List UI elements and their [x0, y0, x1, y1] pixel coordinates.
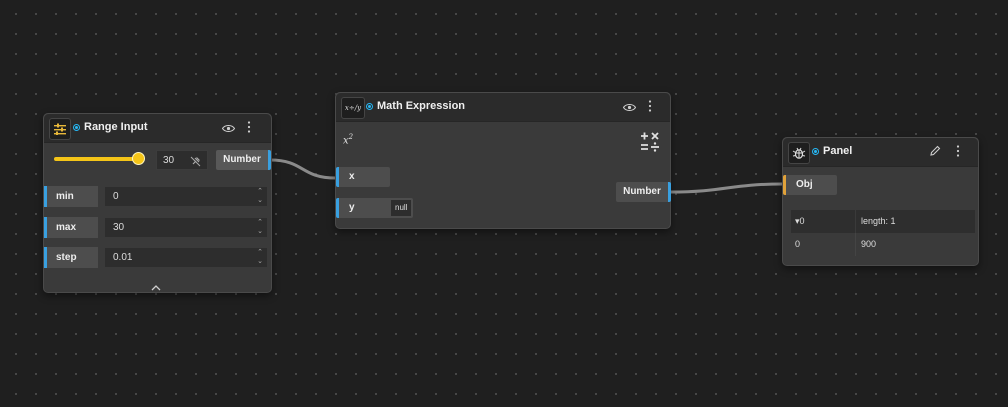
table-header-row: ▾0 length: 1 [791, 210, 975, 233]
more-vert-icon[interactable] [648, 100, 652, 115]
range-slider[interactable] [54, 152, 145, 166]
spinner-icon[interactable]: ⌃ ⌄ [255, 187, 265, 206]
math-input-y[interactable]: y null [336, 198, 413, 218]
param-value: 0.01 [113, 252, 133, 263]
pin-off-icon[interactable] [190, 154, 201, 172]
calculator-icon [639, 130, 661, 157]
eye-icon[interactable] [221, 122, 236, 136]
slider-value: 30 [163, 155, 175, 166]
param-label[interactable]: min [44, 186, 98, 207]
param-row-step: step 0.01 ⌃ ⌄ [44, 247, 271, 268]
math-expression-node[interactable]: x÷/y Math Expression x2 x y null Number [335, 92, 671, 229]
node-title: Math Expression [377, 100, 466, 112]
port-label: y [349, 202, 355, 213]
wire-math-to-panel [669, 182, 783, 194]
range-output-port[interactable]: Number [216, 150, 271, 170]
status-dot-icon [812, 148, 819, 155]
panel-input-obj[interactable]: Obj [783, 175, 837, 195]
port-label: x [349, 171, 355, 182]
panel-node[interactable]: Panel Obj ▾0 length: 1 0 900 [782, 137, 979, 266]
math-input-x[interactable]: x [336, 167, 390, 187]
slider-thumb[interactable] [132, 152, 145, 165]
math-output-port[interactable]: Number [616, 182, 671, 202]
port-label: Obj [796, 179, 813, 190]
math-expression-header[interactable]: x÷/y Math Expression [336, 93, 670, 122]
panel-data-table: ▾0 length: 1 0 900 [791, 210, 975, 256]
length-label: length: 1 [861, 216, 896, 226]
table-row: 0 900 [791, 233, 975, 256]
status-dot-icon [73, 124, 80, 131]
panel-header[interactable]: Panel [783, 138, 978, 167]
slider-value-box[interactable]: 30 [156, 150, 208, 170]
expression-text[interactable]: x2 [343, 133, 353, 146]
spinner-icon[interactable]: ⌃ ⌄ [255, 248, 265, 267]
range-input-node[interactable]: Range Input 30 Number min 0 ⌃ ⌄ max 30 ⌃ ⌄ [43, 113, 272, 293]
null-badge: null [391, 200, 412, 216]
more-vert-icon[interactable] [247, 121, 251, 136]
math-expression-icon: x÷/y [341, 97, 365, 119]
node-title: Panel [823, 145, 853, 157]
pencil-icon[interactable] [929, 145, 941, 160]
param-label[interactable]: step [44, 247, 98, 268]
param-row-max: max 30 ⌃ ⌄ [44, 217, 271, 238]
param-input-step[interactable]: 0.01 ⌃ ⌄ [104, 247, 268, 268]
param-label[interactable]: max [44, 217, 98, 238]
param-input-max[interactable]: 30 ⌃ ⌄ [104, 217, 268, 238]
param-input-min[interactable]: 0 ⌃ ⌄ [104, 186, 268, 207]
spinner-icon[interactable]: ⌃ ⌄ [255, 218, 265, 237]
status-dot-icon [366, 103, 373, 110]
sliders-icon [49, 118, 71, 140]
range-input-header[interactable]: Range Input [44, 114, 271, 143]
wire-range-to-x [269, 158, 337, 180]
param-row-min: min 0 ⌃ ⌄ [44, 186, 271, 207]
collapse-chevron-icon[interactable] [151, 278, 161, 296]
bug-icon [788, 142, 810, 164]
row-index: 0 [795, 239, 801, 249]
tree-toggle[interactable]: ▾0 [795, 210, 805, 233]
param-value: 0 [113, 191, 119, 202]
row-value: 900 [861, 239, 877, 249]
icon-text: x÷/y [344, 104, 362, 112]
node-title: Range Input [84, 121, 148, 133]
more-vert-icon[interactable] [956, 145, 960, 160]
eye-icon[interactable] [622, 101, 637, 115]
expression-sup: 2 [348, 133, 354, 141]
param-value: 30 [113, 222, 125, 233]
